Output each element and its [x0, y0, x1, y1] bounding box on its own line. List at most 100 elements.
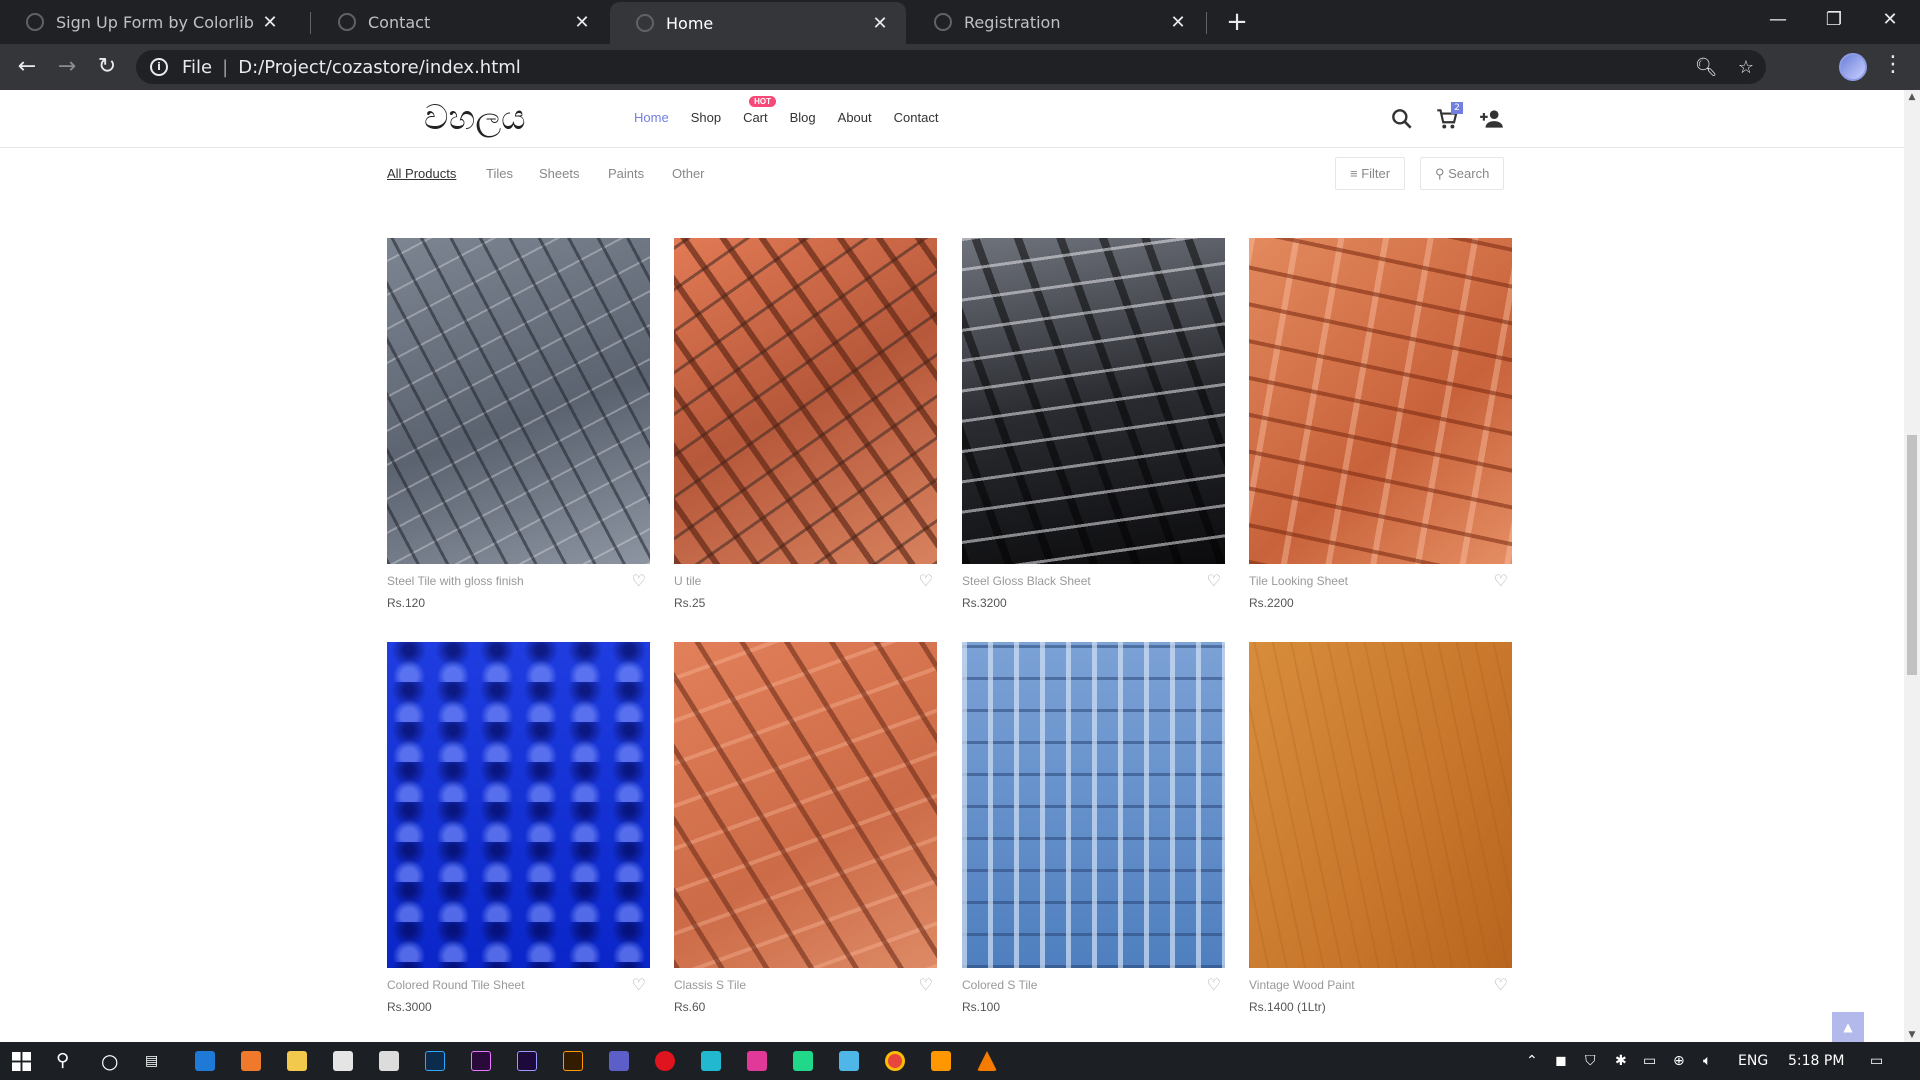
sublime-icon[interactable] [931, 1051, 951, 1071]
tab-registration[interactable]: Registration ✕ [908, 0, 1204, 44]
app-window-icon[interactable] [839, 1051, 859, 1071]
filter-button[interactable]: ≡ Filter [1335, 157, 1406, 190]
tray-app-icon[interactable]: ◼ [1555, 1042, 1567, 1080]
product-card[interactable]: Colored S Tile ♡ Rs.100 [962, 642, 1225, 1014]
premiere-icon[interactable] [471, 1051, 491, 1071]
product-card[interactable]: Colored Round Tile Sheet ♡ Rs.3000 [387, 642, 650, 1014]
search-icon[interactable] [1389, 106, 1415, 132]
heart-icon[interactable]: ♡ [1207, 571, 1221, 590]
search-toggle-button[interactable]: ⚲ Search [1420, 157, 1505, 190]
product-image[interactable] [387, 642, 650, 968]
scrollbar-thumb[interactable] [1907, 435, 1917, 675]
back-to-top-button[interactable]: ▲ [1832, 1012, 1864, 1042]
product-card[interactable]: Steel Gloss Black Sheet ♡ Rs.3200 [962, 238, 1225, 610]
site-logo[interactable]: වහලය [424, 98, 526, 138]
minimize-button[interactable]: — [1750, 0, 1806, 40]
add-user-icon[interactable] [1479, 106, 1505, 132]
clock[interactable]: 5:18 PM [1788, 1042, 1844, 1080]
tab-sign-up-form[interactable]: Sign Up Form by Colorlib ✕ [0, 0, 296, 44]
zoom-icon[interactable]: 🔍︎ [1686, 57, 1726, 78]
chrome-icon[interactable] [885, 1051, 905, 1071]
forward-arrow-icon[interactable]: → [51, 51, 83, 83]
close-icon[interactable]: ✕ [260, 12, 280, 33]
product-card[interactable]: Vintage Wood Paint ♡ Rs.1400 (1Ltr) [1249, 642, 1512, 1014]
product-name[interactable]: Classis S Tile [674, 978, 746, 992]
task-view-icon[interactable]: ▤ [145, 1042, 158, 1080]
product-card[interactable]: Tile Looking Sheet ♡ Rs.2200 [1249, 238, 1512, 610]
xampp-icon[interactable] [241, 1051, 261, 1071]
product-name[interactable]: Steel Tile with gloss finish [387, 574, 524, 588]
nav-about[interactable]: About [838, 110, 872, 125]
chevron-up-icon[interactable]: ⌃ [1526, 1042, 1538, 1080]
nav-shop[interactable]: Shop [691, 110, 721, 125]
heart-icon[interactable]: ♡ [1494, 975, 1508, 994]
nav-cart[interactable]: Cart HOT [743, 96, 776, 125]
product-card[interactable]: Steel Tile with gloss finish ♡ Rs.120 [387, 238, 650, 610]
opera-icon[interactable] [655, 1051, 675, 1071]
close-icon[interactable]: ✕ [572, 12, 592, 33]
windows-start-icon[interactable] [12, 1052, 31, 1071]
photoshop-icon[interactable] [425, 1051, 445, 1071]
heart-icon[interactable]: ♡ [919, 571, 933, 590]
product-name[interactable]: U tile [674, 574, 701, 588]
vlc-icon[interactable] [977, 1051, 997, 1071]
file-explorer-icon[interactable] [287, 1051, 307, 1071]
heart-icon[interactable]: ♡ [1494, 571, 1508, 590]
bluetooth-icon[interactable]: ✱ [1615, 1042, 1627, 1080]
category-sheets[interactable]: Sheets [539, 166, 579, 181]
mail-icon[interactable] [379, 1051, 399, 1071]
product-card[interactable]: U tile ♡ Rs.25 [674, 238, 937, 610]
product-name[interactable]: Colored Round Tile Sheet [387, 978, 524, 992]
webstorm-icon[interactable] [701, 1051, 721, 1071]
heart-icon[interactable]: ♡ [632, 571, 646, 590]
network-icon[interactable]: ⊕ [1673, 1042, 1685, 1080]
page-scrollbar[interactable]: ▲ ▼ [1904, 90, 1920, 1042]
new-tab-button[interactable]: + [1221, 6, 1253, 38]
search-icon[interactable]: ⚲ [56, 1042, 69, 1080]
address-bar[interactable]: i File | D:/Project/cozastore/index.html… [136, 50, 1766, 84]
nav-home[interactable]: Home [634, 110, 669, 125]
product-image[interactable] [674, 238, 937, 564]
product-card[interactable]: Classis S Tile ♡ Rs.60 [674, 642, 937, 1014]
volume-icon[interactable]: 🔈︎ [1703, 1042, 1711, 1080]
category-all-products[interactable]: All Products [387, 166, 456, 181]
heart-icon[interactable]: ♡ [919, 975, 933, 994]
category-tiles[interactable]: Tiles [486, 166, 513, 181]
shield-icon[interactable]: ⛉ [1585, 1042, 1596, 1080]
close-icon[interactable]: ✕ [1168, 12, 1188, 33]
site-info-icon[interactable]: i [150, 58, 168, 76]
reload-icon[interactable]: ↻ [91, 51, 123, 83]
heart-icon[interactable]: ♡ [632, 975, 646, 994]
edge-icon[interactable] [195, 1051, 215, 1071]
product-image[interactable] [1249, 238, 1512, 564]
product-image[interactable] [962, 642, 1225, 968]
bookmark-star-icon[interactable]: ☆ [1726, 57, 1766, 78]
input-language[interactable]: ENG [1738, 1042, 1768, 1080]
close-window-button[interactable]: ✕ [1862, 0, 1918, 40]
restore-button[interactable]: ❐ [1806, 0, 1862, 40]
tab-home[interactable]: Home ✕ [610, 2, 906, 44]
category-paints[interactable]: Paints [608, 166, 644, 181]
heart-icon[interactable]: ♡ [1207, 975, 1221, 994]
product-image[interactable] [387, 238, 650, 564]
scroll-down-icon[interactable]: ▼ [1904, 1030, 1920, 1040]
browser-menu-icon[interactable]: ⋮ [1882, 52, 1904, 77]
tab-contact[interactable]: Contact ✕ [312, 0, 608, 44]
product-name[interactable]: Vintage Wood Paint [1249, 978, 1355, 992]
product-image[interactable] [962, 238, 1225, 564]
profile-avatar[interactable] [1839, 53, 1867, 81]
nav-blog[interactable]: Blog [790, 110, 816, 125]
product-name[interactable]: Tile Looking Sheet [1249, 574, 1348, 588]
product-image[interactable] [1249, 642, 1512, 968]
product-name[interactable]: Steel Gloss Black Sheet [962, 574, 1091, 588]
store-icon[interactable] [333, 1051, 353, 1071]
illustrator-icon[interactable] [563, 1051, 583, 1071]
nav-contact[interactable]: Contact [894, 110, 939, 125]
intellij-icon[interactable] [747, 1051, 767, 1071]
cortana-icon[interactable]: ○ [101, 1042, 118, 1080]
pycharm-icon[interactable] [793, 1051, 813, 1071]
battery-icon[interactable]: ▭ [1643, 1042, 1656, 1080]
notifications-icon[interactable]: ▭ [1870, 1042, 1883, 1080]
category-other[interactable]: Other [672, 166, 705, 181]
product-image[interactable] [674, 642, 937, 968]
